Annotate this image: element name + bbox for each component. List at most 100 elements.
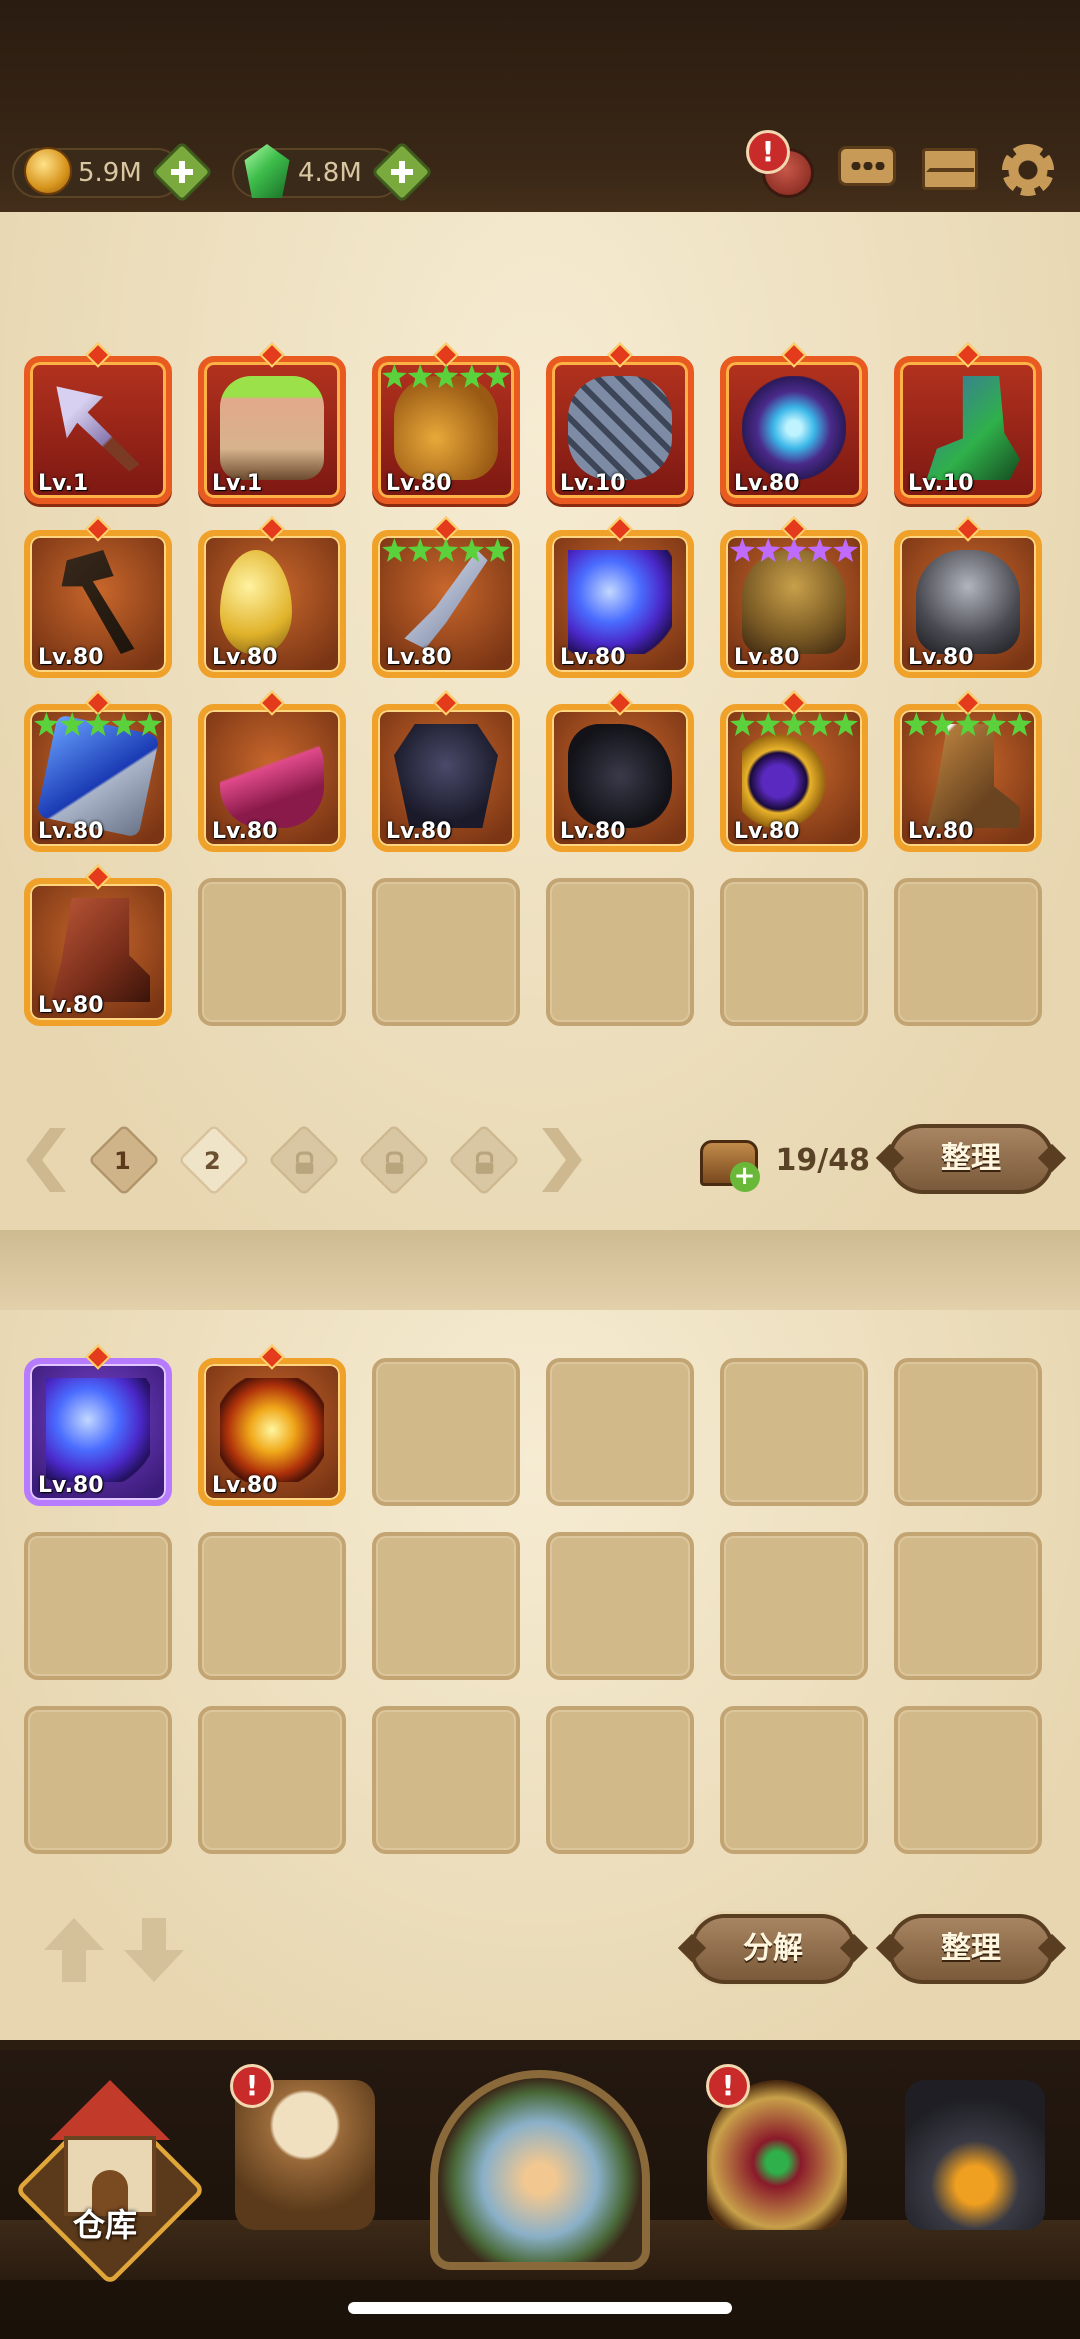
expand-chest-icon[interactable]	[700, 1134, 760, 1192]
add-gems-button[interactable]	[370, 140, 434, 204]
item-slot[interactable]: Lv.80	[198, 516, 346, 678]
item-slot[interactable]: Lv.80	[24, 516, 172, 678]
chat-dots	[850, 162, 886, 170]
empty-slot[interactable]	[198, 1706, 346, 1854]
empty-slot[interactable]	[894, 878, 1042, 1026]
star-icon	[955, 712, 981, 736]
empty-slot[interactable]	[24, 1706, 172, 1854]
nav-warehouse[interactable]: 仓库	[10, 2070, 206, 2286]
sun-orb-icon	[220, 1378, 324, 1482]
star-icon	[382, 364, 407, 388]
empty-slot[interactable]	[894, 1706, 1042, 1854]
empty-slot[interactable]	[546, 1706, 694, 1854]
empty-slot[interactable]	[198, 878, 346, 1026]
sort-inventory-button[interactable]: 整理	[888, 1124, 1054, 1194]
item-slot[interactable]: Lv.80	[24, 864, 172, 1026]
empty-slot[interactable]	[720, 1706, 868, 1854]
gem-icon	[244, 144, 290, 198]
star-rating	[382, 364, 510, 388]
nav-altar[interactable]: !	[682, 2064, 872, 2270]
empty-slot[interactable]	[24, 1532, 172, 1680]
star-icon	[382, 538, 407, 562]
star-icon	[407, 364, 433, 388]
item-level: Lv.80	[212, 819, 278, 844]
star-icon	[833, 712, 858, 736]
item-slot[interactable]: Lv.80	[546, 516, 694, 678]
empty-slot[interactable]	[198, 1532, 346, 1680]
item-level: Lv.80	[386, 645, 452, 670]
bag-icon[interactable]: !	[746, 130, 816, 198]
star-icon	[485, 364, 510, 388]
star-icon	[111, 712, 137, 736]
orb-icon	[46, 1378, 150, 1482]
item-slot[interactable]: Lv.10	[894, 342, 1042, 504]
portal-icon	[430, 2070, 650, 2270]
empty-slot[interactable]	[894, 1358, 1042, 1506]
empty-slot[interactable]	[546, 878, 694, 1026]
empty-slot[interactable]	[372, 878, 520, 1026]
page-number: 1	[113, 1147, 131, 1176]
star-icon	[1007, 712, 1032, 736]
star-rating	[730, 538, 858, 562]
gauntlet-icon	[394, 376, 498, 480]
item-slot[interactable]: Lv.80	[372, 690, 520, 852]
gem-amount: 4.8M	[298, 158, 362, 188]
capacity-indicator[interactable]: 19/48	[700, 1130, 870, 1192]
empty-slot[interactable]	[546, 1358, 694, 1506]
gold-amount: 5.9M	[78, 158, 142, 188]
item-slot[interactable]: Lv.80	[720, 690, 868, 852]
empty-slot[interactable]	[372, 1532, 520, 1680]
nav-portal[interactable]	[410, 2050, 670, 2270]
item-level: Lv.10	[908, 471, 974, 496]
alert-badge-bag: !	[746, 130, 790, 174]
top-bar: 5.9M 4.8M !	[0, 0, 1080, 240]
item-slot[interactable]: Lv.80	[894, 690, 1042, 852]
item-slot[interactable]: Lv.10	[546, 342, 694, 504]
star-icon	[755, 538, 781, 562]
home-indicator[interactable]	[348, 2302, 732, 2314]
bottom-nav: 仓库 ! !	[0, 2050, 1080, 2339]
empty-slot[interactable]	[894, 1532, 1042, 1680]
gear-icon[interactable]	[998, 138, 1058, 198]
empty-slot[interactable]	[546, 1532, 694, 1680]
nav-forge[interactable]	[880, 2070, 1070, 2270]
item-slot[interactable]: Lv.80	[546, 690, 694, 852]
nav-tavern[interactable]: !	[210, 2064, 400, 2270]
item-level: Lv.80	[212, 1473, 278, 1498]
item-slot[interactable]: Lv.80	[198, 690, 346, 852]
helmet-icon	[742, 550, 846, 654]
mail-icon[interactable]	[920, 138, 980, 198]
item-slot[interactable]: Lv.80	[24, 1344, 172, 1506]
sort-salvage-button[interactable]: 整理	[888, 1914, 1054, 1984]
star-icon	[407, 538, 433, 562]
item-slot[interactable]: Lv.80	[24, 690, 172, 852]
item-level: Lv.80	[38, 993, 104, 1018]
decompose-button[interactable]: 分解	[690, 1914, 856, 1984]
necklace-icon	[220, 724, 324, 828]
chat-icon[interactable]	[836, 138, 896, 198]
star-icon	[929, 712, 955, 736]
empty-slot[interactable]	[720, 878, 868, 1026]
house-roof	[50, 2080, 170, 2140]
star-rating	[34, 712, 162, 736]
capacity-text: 19/48	[775, 1142, 870, 1178]
item-level: Lv.80	[386, 819, 452, 844]
item-slot[interactable]: Lv.1	[198, 342, 346, 504]
empty-slot[interactable]	[720, 1532, 868, 1680]
item-slot[interactable]: Lv.80	[372, 342, 520, 504]
item-slot[interactable]: Lv.80	[720, 516, 868, 678]
item-slot[interactable]: Lv.80	[894, 516, 1042, 678]
star-icon	[755, 712, 781, 736]
star-icon	[730, 712, 755, 736]
item-slot[interactable]: Lv.80	[720, 342, 868, 504]
item-slot[interactable]: Lv.80	[198, 1344, 346, 1506]
add-gold-button[interactable]	[150, 140, 214, 204]
item-slot[interactable]: Lv.1	[24, 342, 172, 504]
empty-slot[interactable]	[720, 1358, 868, 1506]
item-level: Lv.80	[734, 819, 800, 844]
item-level: Lv.80	[560, 819, 626, 844]
page-number: 2	[203, 1147, 221, 1176]
empty-slot[interactable]	[372, 1706, 520, 1854]
empty-slot[interactable]	[372, 1358, 520, 1506]
item-slot[interactable]: Lv.80	[372, 516, 520, 678]
